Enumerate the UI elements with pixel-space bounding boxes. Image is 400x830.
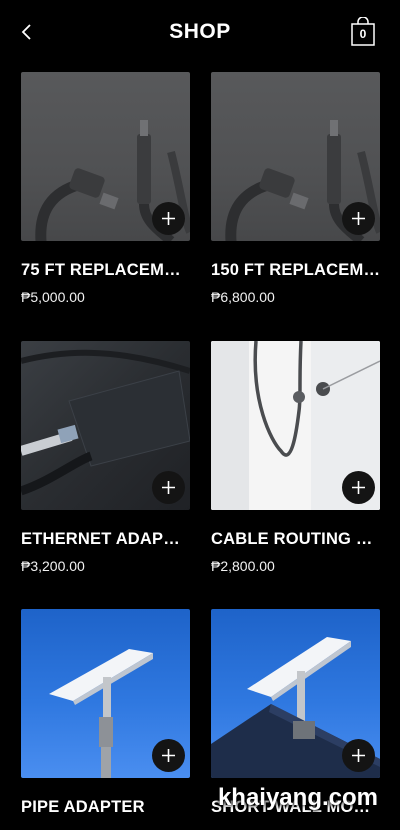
product-price: ₱6,800.00 — [211, 289, 275, 305]
add-to-cart-button[interactable] — [152, 471, 185, 504]
product-image — [211, 72, 380, 241]
product-card[interactable]: CABLE ROUTING KIT ₱2,800.00 — [211, 341, 380, 574]
add-to-cart-button[interactable] — [342, 471, 375, 504]
plus-icon — [162, 749, 175, 762]
product-name: PIPE ADAPTER — [21, 798, 145, 816]
plus-icon — [162, 481, 175, 494]
header: SHOP 0 — [0, 0, 400, 66]
shop-screen: SHOP 0 75 FT REPLACEMENT ₱5,000.00 150 F… — [0, 0, 400, 830]
product-name: 75 FT REPLACEMENT CABLE — [21, 261, 190, 279]
watermark-text: khaiyang.com — [217, 784, 378, 811]
product-name: 150 FT REPLACEMENT CABLE — [211, 261, 380, 279]
product-image — [21, 609, 190, 778]
product-price: ₱2,800.00 — [211, 558, 275, 574]
product-card[interactable]: 75 FT REPLACEMENT CABLE ₱5,000.00 — [21, 72, 190, 305]
product-name: CABLE ROUTING KIT — [211, 530, 380, 548]
add-to-cart-button[interactable] — [152, 739, 185, 772]
product-price: ₱3,200.00 — [21, 558, 85, 574]
product-image — [211, 341, 380, 510]
product-price: ₱5,000.00 — [21, 289, 85, 305]
plus-icon — [352, 481, 365, 494]
cart-count-badge: 0 — [359, 27, 367, 41]
add-to-cart-button[interactable] — [342, 739, 375, 772]
product-card[interactable]: PIPE ADAPTER — [21, 609, 190, 826]
add-to-cart-button[interactable] — [152, 202, 185, 235]
product-card[interactable]: 150 FT REPLACEMENT CABLE ₱6,800.00 — [211, 72, 380, 305]
add-to-cart-button[interactable] — [342, 202, 375, 235]
product-image — [21, 341, 190, 510]
product-image — [21, 72, 190, 241]
product-name: ETHERNET ADAPTER — [21, 530, 190, 548]
cart-button[interactable]: 0 — [350, 17, 376, 47]
product-card[interactable]: ETHERNET ADAPTER ₱3,200.00 — [21, 341, 190, 574]
product-image — [211, 609, 380, 778]
plus-icon — [162, 212, 175, 225]
plus-icon — [352, 749, 365, 762]
plus-icon — [352, 212, 365, 225]
page-title: SHOP — [169, 20, 231, 43]
